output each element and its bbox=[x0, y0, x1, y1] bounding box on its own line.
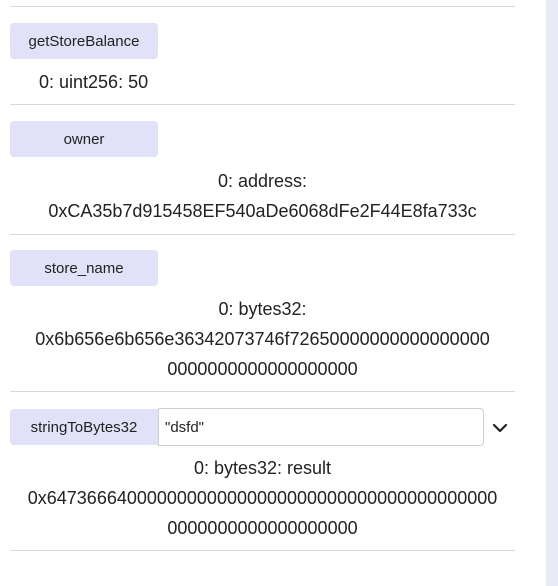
divider bbox=[10, 6, 515, 7]
divider bbox=[10, 550, 515, 551]
scrollbar-track[interactable] bbox=[546, 0, 558, 586]
owner-result-line: 0xCA35b7d915458EF540aDe6068dFe2F44E8fa73… bbox=[48, 201, 477, 221]
owner-result-line: 0: address: bbox=[217, 171, 308, 191]
store-name-button[interactable]: store_name bbox=[10, 250, 158, 286]
owner-result: 0: address: 0xCA35b7d915458EF540aDe6068d… bbox=[10, 166, 515, 226]
string-to-bytes32-input[interactable] bbox=[158, 408, 484, 446]
divider bbox=[10, 391, 515, 392]
get-store-balance-result: 0: uint256: 50 bbox=[39, 72, 149, 92]
string-to-bytes32-result-line: 0x64736664000000000000000000000000000000… bbox=[27, 488, 498, 508]
store-name-result-line: 0x6b656e6b656e36342073746f72650000000000… bbox=[35, 329, 490, 349]
store-name-result-line: 0: bytes32: bbox=[218, 299, 307, 319]
contract-functions-panel: getStoreBalance 0: uint256: 50 owner 0: … bbox=[0, 0, 558, 586]
divider bbox=[10, 104, 515, 105]
chevron-down-icon[interactable] bbox=[490, 418, 510, 438]
string-to-bytes32-button[interactable]: stringToBytes32 bbox=[10, 409, 158, 445]
string-to-bytes32-result-line: 0000000000000000000 bbox=[167, 518, 358, 538]
store-name-result-line: 0000000000000000000 bbox=[167, 359, 358, 379]
store-name-result: 0: bytes32: 0x6b656e6b656e36342073746f72… bbox=[10, 294, 515, 384]
divider bbox=[10, 234, 515, 235]
string-to-bytes32-result-line: 0: bytes32: result bbox=[193, 458, 332, 478]
owner-button[interactable]: owner bbox=[10, 121, 158, 157]
string-to-bytes32-result: 0: bytes32: result 0x6473666400000000000… bbox=[10, 453, 515, 543]
get-store-balance-button[interactable]: getStoreBalance bbox=[10, 23, 158, 59]
